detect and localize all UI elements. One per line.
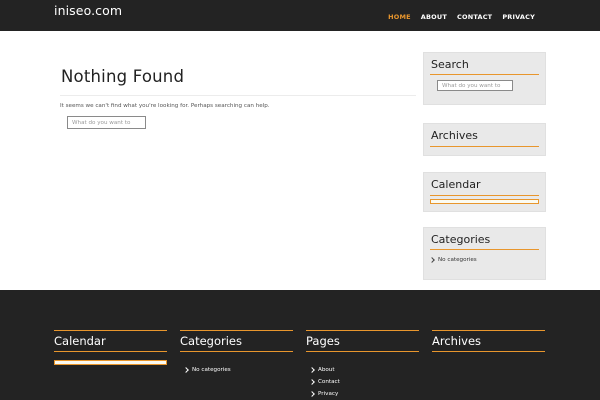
title-divider xyxy=(60,95,416,96)
nav-contact-link[interactable]: CONTACT xyxy=(457,13,492,21)
footer-categories-list: No categories xyxy=(183,364,231,376)
footer-archives-widget: Archives xyxy=(432,290,545,400)
nav-privacy-link[interactable]: PRIVACY xyxy=(502,13,535,21)
calendar-table xyxy=(430,199,539,204)
footer-pages-list: About Contact Privacy xyxy=(309,364,340,400)
footer-pages-top-rule xyxy=(306,330,419,331)
site-title-link[interactable]: iniseo.com xyxy=(54,3,122,18)
footer-categories-top-rule xyxy=(180,330,293,331)
nav-about-link[interactable]: ABOUT xyxy=(421,13,447,21)
footer-calendar-top-rule xyxy=(54,330,167,331)
footer-pages-widget: Pages About Contact Privacy xyxy=(306,290,419,400)
footer-archives-title: Archives xyxy=(432,334,482,348)
page-title: Nothing Found xyxy=(61,67,185,86)
not-found-message: It seems we can't find what you're looki… xyxy=(60,103,270,109)
footer-page-about-link[interactable]: About xyxy=(309,364,340,376)
footer-calendar-rule xyxy=(54,351,167,352)
footer-archives-rule xyxy=(432,351,545,352)
footer-categories-rule xyxy=(180,351,293,352)
archives-widget-rule xyxy=(430,146,539,147)
main-nav: HOME ABOUT CONTACT PRIVACY xyxy=(388,13,535,21)
list-item: No categories xyxy=(429,257,477,263)
footer-category-label: No categories xyxy=(192,367,231,373)
main-search-input[interactable] xyxy=(67,116,146,129)
chevron-right-icon xyxy=(429,257,435,263)
categories-widget-rule xyxy=(430,249,539,250)
footer-page-privacy-link[interactable]: Privacy xyxy=(309,388,340,400)
footer-pages-rule xyxy=(306,351,419,352)
chevron-right-icon xyxy=(309,379,315,385)
list-item: No categories xyxy=(183,364,231,376)
footer-calendar-table xyxy=(54,360,167,365)
footer-calendar-widget: Calendar xyxy=(54,290,167,400)
footer-page-label: About xyxy=(318,367,335,373)
calendar-widget: Calendar xyxy=(423,172,546,212)
footer-page-label: Privacy xyxy=(318,391,339,397)
footer-pages-title: Pages xyxy=(306,334,340,348)
search-widget-title: Search xyxy=(431,58,469,71)
footer-categories-title: Categories xyxy=(180,334,242,348)
calendar-widget-title: Calendar xyxy=(431,178,481,191)
footer-calendar-title: Calendar xyxy=(54,334,106,348)
chevron-right-icon xyxy=(183,367,189,373)
chevron-right-icon xyxy=(309,391,315,397)
categories-widget: Categories No categories xyxy=(423,227,546,280)
search-widget: Search xyxy=(423,52,546,105)
footer-categories-widget: Categories No categories xyxy=(180,290,293,400)
site-footer: Calendar Categories No categories Pages … xyxy=(0,290,600,400)
categories-widget-title: Categories xyxy=(431,233,491,246)
footer-archives-top-rule xyxy=(432,330,545,331)
site-header: iniseo.com HOME ABOUT CONTACT PRIVACY xyxy=(0,0,600,31)
footer-page-label: Contact xyxy=(318,379,340,385)
nav-home-link[interactable]: HOME xyxy=(388,13,411,21)
search-widget-rule xyxy=(430,74,539,75)
chevron-right-icon xyxy=(309,367,315,373)
category-label: No categories xyxy=(438,257,477,263)
footer-page-contact-link[interactable]: Contact xyxy=(309,376,340,388)
calendar-widget-rule xyxy=(430,195,539,196)
categories-list: No categories xyxy=(429,257,477,263)
archives-widget: Archives xyxy=(423,123,546,156)
archives-widget-title: Archives xyxy=(431,129,478,142)
sidebar-search-input[interactable] xyxy=(437,80,513,91)
